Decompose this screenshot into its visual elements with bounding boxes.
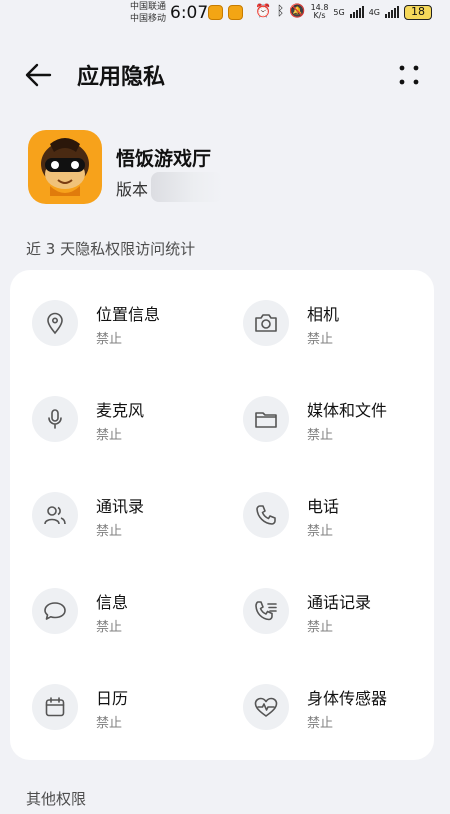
location-icon: [47, 312, 63, 335]
permission-status: 禁止: [307, 620, 334, 635]
notification-app-icon: [228, 5, 243, 20]
permission-status: 禁止: [96, 428, 123, 443]
permission-status: 禁止: [307, 716, 334, 731]
status-bar: 中国联通 中国移动 6:07 ⏰ ᛒ 🔕 14.8 K/s 5G 4G 18: [0, 0, 450, 28]
app-bar: 应用隐私: [0, 50, 450, 98]
permission-media-files[interactable]: 媒体和文件 禁止: [243, 396, 443, 466]
signal-strength-icon: [385, 6, 399, 18]
permission-name: 信息: [96, 593, 129, 612]
permission-call-log[interactable]: 通话记录 禁止: [243, 588, 443, 658]
permission-name: 相机: [307, 305, 340, 324]
permission-status: 禁止: [307, 524, 334, 539]
app-name: 悟饭游戏厅: [116, 148, 212, 170]
permission-name: 麦克风: [96, 401, 145, 420]
alarm-icon: ⏰: [255, 4, 272, 19]
version-redacted: [151, 172, 223, 202]
permission-camera[interactable]: 相机 禁止: [243, 300, 443, 370]
folder-icon: [255, 412, 277, 428]
carrier-1: 中国联通: [130, 2, 167, 12]
permission-status: 禁止: [96, 620, 123, 635]
more-dots-icon: [399, 65, 419, 85]
permission-status: 禁止: [96, 332, 123, 347]
permission-name: 位置信息: [96, 305, 161, 324]
notification-app-icon: [208, 5, 223, 20]
permission-name: 媒体和文件: [307, 401, 388, 420]
app-icon: [28, 130, 102, 204]
permission-messages[interactable]: 信息 禁止: [32, 588, 232, 658]
mute-icon: 🔕: [289, 4, 306, 19]
permission-calendar[interactable]: 日历 禁止: [32, 684, 232, 754]
battery-indicator: 18: [404, 4, 432, 20]
carrier-labels: 中国联通 中国移动: [130, 1, 166, 25]
app-version-label: 版本: [116, 180, 149, 199]
permission-status: 禁止: [96, 716, 123, 731]
arrow-left-icon: [25, 63, 52, 87]
bluetooth-icon: ᛒ: [276, 4, 285, 19]
camera-icon: [255, 314, 277, 332]
permission-status: 禁止: [307, 428, 334, 443]
permission-name: 身体传感器: [307, 689, 388, 708]
permission-name: 通讯录: [96, 497, 145, 516]
permission-microphone[interactable]: 麦克风 禁止: [32, 396, 232, 466]
contacts-icon: [44, 506, 66, 525]
network-type-1: 5G: [333, 7, 345, 17]
message-icon: [44, 602, 66, 620]
phone-icon: [256, 505, 276, 525]
permission-contacts[interactable]: 通讯录 禁止: [32, 492, 232, 562]
permission-phone[interactable]: 电话 禁止: [243, 492, 443, 562]
network-speed: 14.8 K/s: [311, 4, 329, 20]
permission-name: 日历: [96, 689, 129, 708]
more-options-button[interactable]: [396, 62, 422, 88]
calendar-icon: [45, 697, 65, 717]
other-permissions-title: 其他权限: [26, 790, 87, 808]
status-time: 6:07: [170, 3, 209, 23]
permission-body-sensors[interactable]: 身体传感器 禁止: [243, 684, 443, 754]
page-title: 应用隐私: [77, 65, 166, 90]
permission-name: 电话: [307, 497, 340, 516]
permission-location[interactable]: 位置信息 禁止: [32, 300, 232, 370]
call-log-icon: [255, 601, 277, 621]
microphone-icon: [48, 409, 62, 429]
status-indicators: ⏰ ᛒ 🔕 14.8 K/s 5G 4G 18: [255, 4, 432, 20]
back-button[interactable]: [22, 58, 56, 92]
stats-section-title: 近 3 天隐私权限访问统计: [26, 240, 196, 258]
permission-status: 禁止: [96, 524, 123, 539]
network-type-2: 4G: [368, 7, 380, 17]
carrier-2: 中国移动: [130, 14, 167, 24]
permissions-card: 位置信息 禁止 相机 禁止 麦克风 禁止 媒体和文件 禁止 通讯录 禁止 电话 …: [10, 270, 434, 760]
permission-name: 通话记录: [307, 593, 372, 612]
permission-status: 禁止: [307, 332, 334, 347]
heart-sensor-icon: [254, 697, 278, 717]
app-info: 悟饭游戏厅 版本: [28, 130, 428, 210]
net-speed-unit: K/s: [313, 11, 326, 20]
signal-strength-icon: [349, 6, 364, 18]
